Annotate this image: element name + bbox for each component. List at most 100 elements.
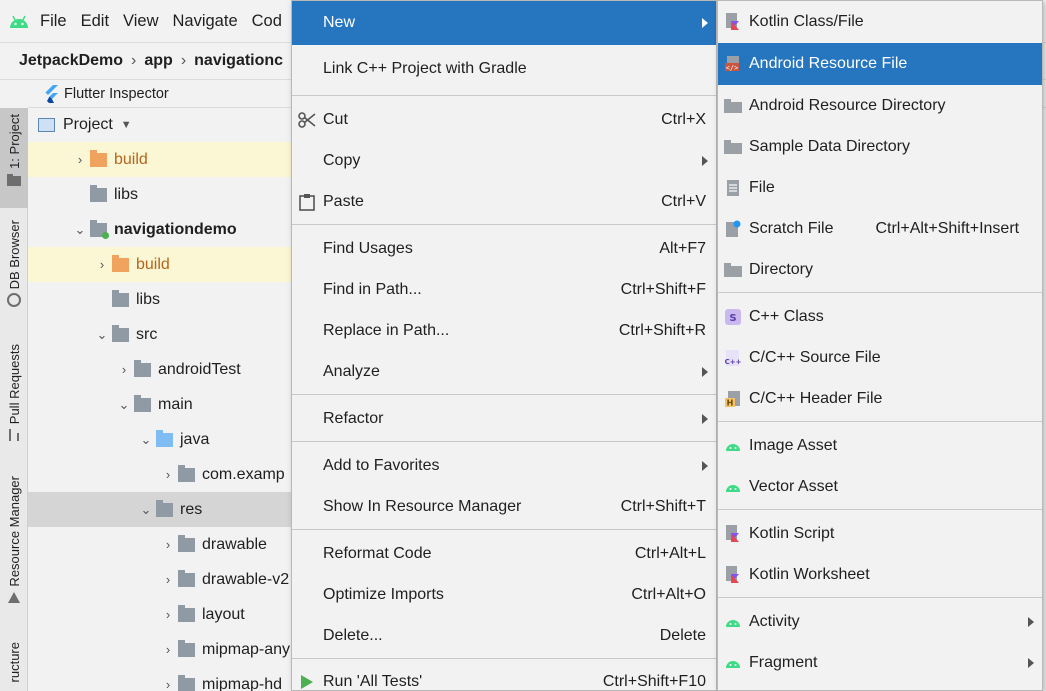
submenu-item-android-resource-file[interactable]: </> Android Resource File bbox=[718, 43, 1042, 85]
menu-separator bbox=[718, 597, 1042, 598]
tree-row-label: main bbox=[158, 395, 193, 413]
menu-view[interactable]: View bbox=[123, 12, 158, 31]
menu-item-delete[interactable]: Delete... Delete bbox=[292, 615, 716, 656]
submenu-item-fragment[interactable]: Fragment bbox=[718, 642, 1042, 683]
submenu-item-directory[interactable]: Directory bbox=[718, 249, 1042, 290]
menu-item-cut[interactable]: Cut Ctrl+X bbox=[292, 99, 716, 140]
tool-tab-project[interactable]: 1: Project bbox=[0, 108, 28, 208]
submenu-item-kotlin-script[interactable]: Kotlin Script bbox=[718, 513, 1042, 554]
menu-item-label: Replace in Path... bbox=[323, 321, 450, 339]
chevron-down-icon[interactable]: ⌄ bbox=[92, 327, 112, 343]
chevron-right-icon[interactable]: › bbox=[158, 467, 178, 482]
breadcrumb-project[interactable]: JetpackDemo bbox=[19, 52, 123, 70]
project-view-selector[interactable]: Project ▼ bbox=[28, 108, 292, 142]
tool-tab-resource-manager[interactable]: Resource Manager bbox=[0, 476, 28, 616]
breadcrumb-folder[interactable]: navigationc bbox=[194, 52, 283, 70]
menu-item-label: Copy bbox=[323, 151, 361, 169]
menu-item-add-to-favorites[interactable]: Add to Favorites bbox=[292, 445, 716, 486]
menu-item-paste[interactable]: Paste Ctrl+V bbox=[292, 181, 716, 222]
submenu-item-vector-asset[interactable]: Vector Asset bbox=[718, 466, 1042, 507]
chevron-right-icon[interactable]: › bbox=[158, 537, 178, 552]
tool-tab-structure[interactable]: ructure bbox=[0, 642, 28, 691]
chevron-right-icon[interactable]: › bbox=[92, 257, 112, 272]
submenu-item-label: C++ Class bbox=[749, 307, 824, 325]
chevron-down-icon[interactable]: ⌄ bbox=[70, 222, 90, 238]
chevron-right-icon[interactable]: › bbox=[158, 677, 178, 691]
tree-row-build[interactable]: › build bbox=[28, 247, 292, 282]
menu-item-new[interactable]: New bbox=[292, 1, 716, 45]
tool-tab-db-browser[interactable]: DB Browser bbox=[0, 220, 28, 320]
android-icon bbox=[724, 437, 742, 455]
chevron-down-icon[interactable]: ⌄ bbox=[136, 502, 156, 518]
tree-row-mipmap-hdpi[interactable]: › mipmap-hd bbox=[28, 667, 292, 691]
folder-icon bbox=[112, 254, 129, 272]
kotlin-file-icon bbox=[724, 13, 742, 31]
kotlin-script-icon bbox=[724, 524, 742, 543]
submenu-item-scratch-file[interactable]: Scratch File Ctrl+Alt+Shift+Insert bbox=[718, 208, 1042, 249]
submenu-item-label: Android Resource Directory bbox=[749, 96, 946, 114]
submenu-item-label: C/C++ Source File bbox=[749, 348, 881, 366]
submenu-item-kotlin-class[interactable]: Kotlin Class/File bbox=[718, 1, 1042, 43]
tree-row-package[interactable]: › com.examp bbox=[28, 457, 292, 492]
menu-edit[interactable]: Edit bbox=[81, 12, 109, 31]
menu-item-refactor[interactable]: Refactor bbox=[292, 398, 716, 439]
menu-item-copy[interactable]: Copy bbox=[292, 140, 716, 181]
tree-row-libs[interactable]: libs bbox=[28, 177, 292, 212]
menu-item-run-all-tests[interactable]: Run 'All Tests' Ctrl+Shift+F10 bbox=[292, 662, 716, 691]
menu-navigate[interactable]: Navigate bbox=[173, 12, 238, 31]
chevron-right-icon[interactable]: › bbox=[70, 152, 90, 167]
submenu-item-sample-data-directory[interactable]: Sample Data Directory bbox=[718, 126, 1042, 167]
submenu-item-kotlin-worksheet[interactable]: Kotlin Worksheet bbox=[718, 554, 1042, 595]
tool-tab-pull-requests[interactable]: Pull Requests bbox=[0, 344, 28, 454]
submenu-item-cpp-header[interactable]: H C/C++ Header File bbox=[718, 378, 1042, 419]
submenu-item-shortcut: Ctrl+Alt+Shift+Insert bbox=[875, 219, 1020, 237]
chevron-right-icon[interactable]: › bbox=[114, 362, 134, 377]
submenu-item-image-asset[interactable]: Image Asset bbox=[718, 425, 1042, 466]
menu-item-optimize-imports[interactable]: Optimize Imports Ctrl+Alt+O bbox=[292, 574, 716, 615]
submenu-item-cpp-class[interactable]: S C++ Class bbox=[718, 296, 1042, 337]
tree-row-androidtest[interactable]: › androidTest bbox=[28, 352, 292, 387]
tree-row-libs[interactable]: libs bbox=[28, 282, 292, 317]
submenu-arrow-icon bbox=[702, 460, 708, 471]
menu-item-show-in-resource-manager[interactable]: Show In Resource Manager Ctrl+Shift+T bbox=[292, 486, 716, 527]
tree-row-navigationdemo[interactable]: ⌄ navigationdemo bbox=[28, 212, 292, 247]
menu-item-label: Add to Favorites bbox=[323, 456, 440, 474]
menu-code[interactable]: Cod bbox=[252, 12, 282, 31]
menu-item-link-cpp[interactable]: Link C++ Project with Gradle bbox=[292, 45, 716, 93]
breadcrumb-module[interactable]: app bbox=[144, 52, 172, 70]
submenu-item-label: Image Asset bbox=[749, 436, 838, 454]
chevron-right-icon[interactable]: › bbox=[158, 642, 178, 657]
submenu-item-activity[interactable]: Activity bbox=[718, 601, 1042, 642]
menu-item-analyze[interactable]: Analyze bbox=[292, 351, 716, 392]
menu-item-find-usages[interactable]: Find Usages Alt+F7 bbox=[292, 228, 716, 269]
tree-row-drawable-v24[interactable]: › drawable-v2 bbox=[28, 562, 292, 597]
project-tool-window: Project ▼ › build libs ⌄ navigationdemo … bbox=[28, 108, 292, 691]
run-icon bbox=[298, 673, 316, 691]
menu-file[interactable]: File bbox=[40, 12, 67, 31]
tree-row-src[interactable]: ⌄ src bbox=[28, 317, 292, 352]
chevron-down-icon[interactable]: ⌄ bbox=[136, 432, 156, 448]
submenu-item-android-resource-directory[interactable]: Android Resource Directory bbox=[718, 85, 1042, 126]
menu-item-find-in-path[interactable]: Find in Path... Ctrl+Shift+F bbox=[292, 269, 716, 310]
folder-icon bbox=[90, 184, 107, 202]
menu-item-replace-in-path[interactable]: Replace in Path... Ctrl+Shift+R bbox=[292, 310, 716, 351]
tree-row-layout[interactable]: › layout bbox=[28, 597, 292, 632]
folder-icon bbox=[178, 569, 195, 587]
chevron-right-icon[interactable]: › bbox=[158, 607, 178, 622]
folder-icon bbox=[178, 639, 195, 657]
menu-item-reformat-code[interactable]: Reformat Code Ctrl+Alt+L bbox=[292, 533, 716, 574]
tab-flutter-inspector[interactable]: Flutter Inspector bbox=[64, 86, 169, 102]
submenu-item-file[interactable]: File bbox=[718, 167, 1042, 208]
tree-row-main[interactable]: ⌄ main bbox=[28, 387, 292, 422]
tree-row-build[interactable]: › build bbox=[28, 142, 292, 177]
menu-item-label: Find Usages bbox=[323, 239, 413, 257]
tree-row-mipmap-anydpi[interactable]: › mipmap-any bbox=[28, 632, 292, 667]
tree-row-java[interactable]: ⌄ java bbox=[28, 422, 292, 457]
menu-item-shortcut: Ctrl+Shift+F10 bbox=[602, 673, 706, 690]
tree-row-res[interactable]: ⌄ res bbox=[28, 492, 292, 527]
tree-row-drawable[interactable]: › drawable bbox=[28, 527, 292, 562]
chevron-down-icon[interactable]: ⌄ bbox=[114, 397, 134, 413]
submenu-item-cpp-source[interactable]: C++ C/C++ Source File bbox=[718, 337, 1042, 378]
chevron-right-icon[interactable]: › bbox=[158, 572, 178, 587]
tree-row-label: drawable bbox=[202, 535, 267, 553]
